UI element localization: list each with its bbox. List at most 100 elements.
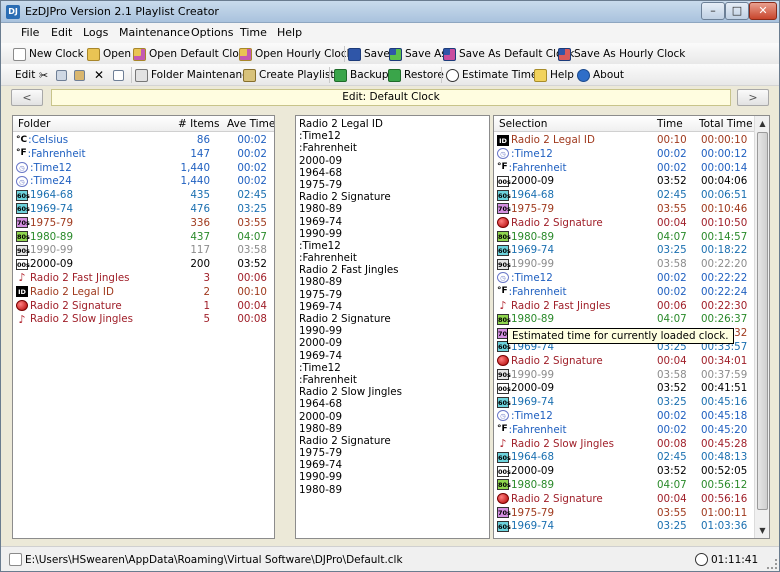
clock-slot-item[interactable]: 1969-74 [296, 216, 489, 228]
folder-row[interactable]: 60s1964-68 435 02:45 [13, 189, 274, 203]
clock-slot-item[interactable]: 1980-89 [296, 276, 489, 288]
clock-slot-item[interactable]: Radio 2 Signature [296, 435, 489, 447]
clock-slot-item[interactable]: 1964-68 [296, 398, 489, 410]
selection-row[interactable]: 90s1990-99 03:58 00:22:20 [494, 258, 754, 272]
save-as-hourly-clock-button[interactable]: Save As Hourly Clock [558, 46, 685, 62]
selection-row[interactable]: ◷:Time12 00:02 00:22:22 [494, 272, 754, 286]
selection-row[interactable]: ◷:Time12 00:02 00:45:18 [494, 410, 754, 424]
save-button[interactable]: Save [348, 46, 390, 62]
open-default-clock-button[interactable]: Open Default Clock [133, 46, 251, 62]
clock-slot-item[interactable]: 1969-74 [296, 301, 489, 313]
restore-button[interactable]: Restore [388, 67, 444, 83]
selection-row[interactable]: °F:Fahrenheit 00:02 00:45:20 [494, 424, 754, 438]
selection-row[interactable]: 70s1975-79 03:55 01:00:11 [494, 507, 754, 521]
folder-row[interactable]: 80s1980-89 437 04:07 [13, 231, 274, 245]
clock-slot-item[interactable]: 1990-99 [296, 471, 489, 483]
menu-options[interactable]: Options [191, 26, 233, 39]
help-button[interactable]: Help [534, 67, 574, 83]
menu-time[interactable]: Time [240, 26, 267, 39]
folder-row[interactable]: 70s1975-79 336 03:55 [13, 217, 274, 231]
clock-slot-item[interactable]: 1975-79 [296, 179, 489, 191]
clock-slot-item[interactable]: :Fahrenheit [296, 142, 489, 154]
selection-row[interactable]: 60s1964-68 02:45 00:06:51 [494, 189, 754, 203]
selection-row[interactable]: Radio 2 Signature 00:04 00:34:01 [494, 355, 754, 369]
clock-slot-item[interactable]: 1964-68 [296, 167, 489, 179]
rename-icon[interactable] [113, 67, 127, 83]
selection-row[interactable]: 00s2000-09 03:52 00:41:51 [494, 382, 754, 396]
menu-edit[interactable]: Edit [51, 26, 72, 39]
selection-row[interactable]: 80s1980-89 04:07 00:14:57 [494, 231, 754, 245]
clock-slot-item[interactable]: 2000-09 [296, 337, 489, 349]
clock-slot-item[interactable]: Radio 2 Legal ID [296, 118, 489, 130]
selection-row[interactable]: 70s1975-79 03:55 00:10:46 [494, 203, 754, 217]
clock-slot-item[interactable]: 1990-99 [296, 325, 489, 337]
selection-column-header[interactable]: Selection [499, 118, 547, 130]
selection-row[interactable]: Radio 2 Signature 00:04 00:10:50 [494, 217, 754, 231]
about-button[interactable]: About [577, 67, 624, 83]
menu-help[interactable]: Help [277, 26, 302, 39]
clock-slot-item[interactable]: 1980-89 [296, 484, 489, 496]
copy-icon[interactable] [56, 67, 70, 83]
selection-row[interactable]: 90s1990-99 03:58 00:37:59 [494, 369, 754, 383]
selection-row[interactable]: 60s1969-74 03:25 00:18:22 [494, 244, 754, 258]
selection-row[interactable]: °F:Fahrenheit 00:02 00:22:24 [494, 286, 754, 300]
selection-row[interactable]: ◷:Time12 00:02 00:00:12 [494, 148, 754, 162]
save-as-default-clock-button[interactable]: Save As Default Clock [443, 46, 574, 62]
folder-column-header[interactable]: Folder [18, 118, 50, 130]
selection-row[interactable]: 00s2000-09 03:52 00:52:05 [494, 465, 754, 479]
folder-row[interactable]: ID Radio 2 Legal ID 2 00:10 [13, 286, 274, 300]
clock-slot-item[interactable]: Radio 2 Fast Jingles [296, 264, 489, 276]
menu-file[interactable]: File [21, 26, 39, 39]
folder-row[interactable]: °F:Fahrenheit 147 00:02 [13, 148, 274, 162]
items-column-header[interactable]: # Items [178, 118, 220, 130]
clock-slot-item[interactable]: :Fahrenheit [296, 374, 489, 386]
save-as-button[interactable]: Save As [389, 46, 447, 62]
folder-row[interactable]: ♪ Radio 2 Slow Jingles 5 00:08 [13, 313, 274, 327]
scroll-up-icon[interactable]: ▲ [755, 116, 769, 131]
vertical-scrollbar[interactable]: ▲ ▼ [754, 116, 769, 538]
scroll-thumb[interactable] [757, 132, 768, 510]
folder-row[interactable]: Radio 2 Signature 1 00:04 [13, 300, 274, 314]
estimate-time-button[interactable]: Estimate Time [446, 67, 537, 83]
new-clock-button[interactable]: New Clock [13, 46, 84, 62]
menu-maintenance[interactable]: Maintenance [119, 26, 190, 39]
open-button[interactable]: Open [87, 46, 131, 62]
selection-row[interactable]: 80s1980-89 04:07 00:26:37 [494, 313, 754, 327]
next-clock-button[interactable]: > [737, 89, 769, 106]
folder-row[interactable]: ♪ Radio 2 Fast Jingles 3 00:06 [13, 272, 274, 286]
selection-row[interactable]: 00s2000-09 03:52 00:04:06 [494, 175, 754, 189]
paste-icon[interactable] [74, 67, 88, 83]
clock-slot-item[interactable]: 1975-79 [296, 447, 489, 459]
folder-row[interactable]: 90s1990-99 117 03:58 [13, 244, 274, 258]
minimize-button[interactable]: – [701, 2, 725, 20]
selection-row[interactable]: ID Radio 2 Legal ID 00:10 00:00:10 [494, 134, 754, 148]
selection-row[interactable]: 60s1969-74 03:25 01:03:36 [494, 520, 754, 534]
folder-row[interactable]: ◷:Time12 1,440 00:02 [13, 162, 274, 176]
folder-row[interactable]: °C:Celsius 86 00:02 [13, 134, 274, 148]
clock-slot-item[interactable]: 1969-74 [296, 459, 489, 471]
clock-slot-item[interactable]: 1980-89 [296, 423, 489, 435]
title-bar[interactable]: DJ EzDJPro Version 2.1 Playlist Creator … [1, 1, 779, 23]
clock-slot-item[interactable]: 1975-79 [296, 289, 489, 301]
selection-row[interactable]: 80s1980-89 04:07 00:56:12 [494, 479, 754, 493]
folder-row[interactable]: 00s2000-09 200 03:52 [13, 258, 274, 272]
backup-button[interactable]: Backup [334, 67, 389, 83]
time-column-header[interactable]: Time [657, 118, 683, 130]
folder-row[interactable]: 60s1969-74 476 03:25 [13, 203, 274, 217]
clock-slot-item[interactable]: 1969-74 [296, 350, 489, 362]
clock-slot-item[interactable]: :Time12 [296, 362, 489, 374]
selection-row[interactable]: ♪ Radio 2 Fast Jingles 00:06 00:22:30 [494, 300, 754, 314]
selection-row[interactable]: ♪ Radio 2 Slow Jingles 00:08 00:45:28 [494, 438, 754, 452]
clock-slot-item[interactable]: 2000-09 [296, 155, 489, 167]
clock-slot-item[interactable]: :Time12 [296, 130, 489, 142]
delete-icon[interactable]: ✕ [94, 67, 104, 83]
resize-grip[interactable] [767, 559, 777, 569]
clock-slot-item[interactable]: 1980-89 [296, 203, 489, 215]
selection-row[interactable]: 60s1969-74 03:25 00:45:16 [494, 396, 754, 410]
clock-slot-item[interactable]: Radio 2 Signature [296, 191, 489, 203]
close-button[interactable]: ✕ [749, 2, 777, 20]
clock-slot-item[interactable]: 2000-09 [296, 411, 489, 423]
open-hourly-clock-button[interactable]: Open Hourly Clock [239, 46, 353, 62]
selection-row[interactable]: 60s1964-68 02:45 00:48:13 [494, 451, 754, 465]
edit-button[interactable]: Edit [15, 67, 35, 83]
